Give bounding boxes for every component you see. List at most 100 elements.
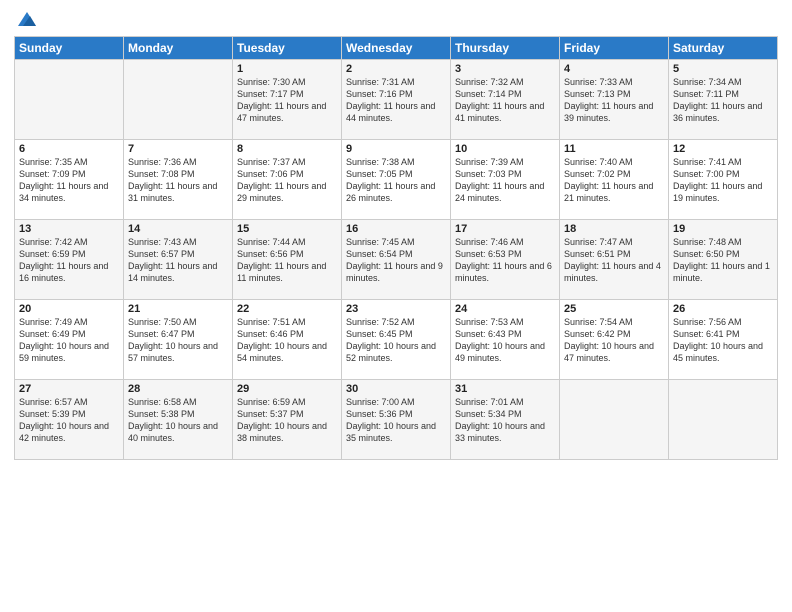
calendar-cell: 10 Sunrise: 7:39 AMSunset: 7:03 PMDaylig…	[451, 140, 560, 220]
day-number: 18	[564, 223, 664, 235]
logo-icon	[16, 8, 38, 30]
day-info: Sunrise: 7:43 AMSunset: 6:57 PMDaylight:…	[128, 237, 217, 283]
calendar-cell: 1 Sunrise: 7:30 AMSunset: 7:17 PMDayligh…	[233, 60, 342, 140]
calendar-cell: 22 Sunrise: 7:51 AMSunset: 6:46 PMDaylig…	[233, 300, 342, 380]
calendar-cell	[560, 380, 669, 460]
day-info: Sunrise: 7:49 AMSunset: 6:49 PMDaylight:…	[19, 317, 109, 363]
calendar-cell: 4 Sunrise: 7:33 AMSunset: 7:13 PMDayligh…	[560, 60, 669, 140]
weekday-header-wednesday: Wednesday	[342, 37, 451, 60]
day-info: Sunrise: 7:30 AMSunset: 7:17 PMDaylight:…	[237, 77, 326, 123]
day-number: 17	[455, 223, 555, 235]
day-number: 5	[673, 63, 773, 75]
day-info: Sunrise: 7:41 AMSunset: 7:00 PMDaylight:…	[673, 157, 762, 203]
day-info: Sunrise: 7:56 AMSunset: 6:41 PMDaylight:…	[673, 317, 763, 363]
day-info: Sunrise: 7:40 AMSunset: 7:02 PMDaylight:…	[564, 157, 653, 203]
calendar-cell: 12 Sunrise: 7:41 AMSunset: 7:00 PMDaylig…	[669, 140, 778, 220]
calendar-cell: 20 Sunrise: 7:49 AMSunset: 6:49 PMDaylig…	[15, 300, 124, 380]
day-info: Sunrise: 7:51 AMSunset: 6:46 PMDaylight:…	[237, 317, 327, 363]
calendar-cell	[124, 60, 233, 140]
calendar-cell: 23 Sunrise: 7:52 AMSunset: 6:45 PMDaylig…	[342, 300, 451, 380]
weekday-header-row: SundayMondayTuesdayWednesdayThursdayFrid…	[15, 37, 778, 60]
day-number: 9	[346, 143, 446, 155]
day-number: 23	[346, 303, 446, 315]
day-number: 21	[128, 303, 228, 315]
calendar-cell: 16 Sunrise: 7:45 AMSunset: 6:54 PMDaylig…	[342, 220, 451, 300]
day-number: 30	[346, 383, 446, 395]
weekday-header-sunday: Sunday	[15, 37, 124, 60]
day-number: 12	[673, 143, 773, 155]
day-info: Sunrise: 7:46 AMSunset: 6:53 PMDaylight:…	[455, 237, 552, 283]
day-info: Sunrise: 7:32 AMSunset: 7:14 PMDaylight:…	[455, 77, 544, 123]
day-number: 10	[455, 143, 555, 155]
day-number: 8	[237, 143, 337, 155]
calendar-cell	[15, 60, 124, 140]
weekday-header-friday: Friday	[560, 37, 669, 60]
calendar-cell: 30 Sunrise: 7:00 AMSunset: 5:36 PMDaylig…	[342, 380, 451, 460]
day-number: 13	[19, 223, 119, 235]
day-info: Sunrise: 7:45 AMSunset: 6:54 PMDaylight:…	[346, 237, 443, 283]
day-info: Sunrise: 7:54 AMSunset: 6:42 PMDaylight:…	[564, 317, 654, 363]
calendar-cell: 2 Sunrise: 7:31 AMSunset: 7:16 PMDayligh…	[342, 60, 451, 140]
day-info: Sunrise: 7:36 AMSunset: 7:08 PMDaylight:…	[128, 157, 217, 203]
day-info: Sunrise: 7:31 AMSunset: 7:16 PMDaylight:…	[346, 77, 435, 123]
day-number: 25	[564, 303, 664, 315]
day-number: 16	[346, 223, 446, 235]
day-number: 3	[455, 63, 555, 75]
day-number: 19	[673, 223, 773, 235]
day-number: 15	[237, 223, 337, 235]
page: SundayMondayTuesdayWednesdayThursdayFrid…	[0, 0, 792, 612]
weekday-header-tuesday: Tuesday	[233, 37, 342, 60]
calendar-cell: 3 Sunrise: 7:32 AMSunset: 7:14 PMDayligh…	[451, 60, 560, 140]
day-number: 24	[455, 303, 555, 315]
day-info: Sunrise: 7:34 AMSunset: 7:11 PMDaylight:…	[673, 77, 762, 123]
week-row-3: 13 Sunrise: 7:42 AMSunset: 6:59 PMDaylig…	[15, 220, 778, 300]
day-info: Sunrise: 7:37 AMSunset: 7:06 PMDaylight:…	[237, 157, 326, 203]
calendar-cell: 13 Sunrise: 7:42 AMSunset: 6:59 PMDaylig…	[15, 220, 124, 300]
calendar-cell: 7 Sunrise: 7:36 AMSunset: 7:08 PMDayligh…	[124, 140, 233, 220]
day-number: 26	[673, 303, 773, 315]
calendar-cell: 15 Sunrise: 7:44 AMSunset: 6:56 PMDaylig…	[233, 220, 342, 300]
calendar-cell: 25 Sunrise: 7:54 AMSunset: 6:42 PMDaylig…	[560, 300, 669, 380]
day-number: 28	[128, 383, 228, 395]
calendar-cell: 19 Sunrise: 7:48 AMSunset: 6:50 PMDaylig…	[669, 220, 778, 300]
day-info: Sunrise: 7:44 AMSunset: 6:56 PMDaylight:…	[237, 237, 326, 283]
day-info: Sunrise: 7:01 AMSunset: 5:34 PMDaylight:…	[455, 397, 545, 443]
calendar-cell: 5 Sunrise: 7:34 AMSunset: 7:11 PMDayligh…	[669, 60, 778, 140]
calendar-cell: 24 Sunrise: 7:53 AMSunset: 6:43 PMDaylig…	[451, 300, 560, 380]
day-number: 1	[237, 63, 337, 75]
calendar-cell: 18 Sunrise: 7:47 AMSunset: 6:51 PMDaylig…	[560, 220, 669, 300]
day-number: 27	[19, 383, 119, 395]
day-number: 11	[564, 143, 664, 155]
logo	[14, 10, 38, 30]
week-row-1: 1 Sunrise: 7:30 AMSunset: 7:17 PMDayligh…	[15, 60, 778, 140]
day-info: Sunrise: 7:52 AMSunset: 6:45 PMDaylight:…	[346, 317, 436, 363]
header	[14, 10, 778, 30]
calendar-cell	[669, 380, 778, 460]
calendar-table: SundayMondayTuesdayWednesdayThursdayFrid…	[14, 36, 778, 460]
day-info: Sunrise: 7:39 AMSunset: 7:03 PMDaylight:…	[455, 157, 544, 203]
week-row-2: 6 Sunrise: 7:35 AMSunset: 7:09 PMDayligh…	[15, 140, 778, 220]
day-info: Sunrise: 7:35 AMSunset: 7:09 PMDaylight:…	[19, 157, 108, 203]
day-number: 6	[19, 143, 119, 155]
day-info: Sunrise: 7:50 AMSunset: 6:47 PMDaylight:…	[128, 317, 218, 363]
day-info: Sunrise: 7:00 AMSunset: 5:36 PMDaylight:…	[346, 397, 436, 443]
day-number: 29	[237, 383, 337, 395]
day-number: 22	[237, 303, 337, 315]
day-number: 20	[19, 303, 119, 315]
day-info: Sunrise: 6:57 AMSunset: 5:39 PMDaylight:…	[19, 397, 109, 443]
day-info: Sunrise: 7:53 AMSunset: 6:43 PMDaylight:…	[455, 317, 545, 363]
day-info: Sunrise: 7:48 AMSunset: 6:50 PMDaylight:…	[673, 237, 770, 283]
day-info: Sunrise: 7:38 AMSunset: 7:05 PMDaylight:…	[346, 157, 435, 203]
calendar-cell: 6 Sunrise: 7:35 AMSunset: 7:09 PMDayligh…	[15, 140, 124, 220]
day-info: Sunrise: 7:42 AMSunset: 6:59 PMDaylight:…	[19, 237, 108, 283]
calendar-cell: 29 Sunrise: 6:59 AMSunset: 5:37 PMDaylig…	[233, 380, 342, 460]
calendar-cell: 27 Sunrise: 6:57 AMSunset: 5:39 PMDaylig…	[15, 380, 124, 460]
calendar-cell: 31 Sunrise: 7:01 AMSunset: 5:34 PMDaylig…	[451, 380, 560, 460]
weekday-header-saturday: Saturday	[669, 37, 778, 60]
calendar-cell: 11 Sunrise: 7:40 AMSunset: 7:02 PMDaylig…	[560, 140, 669, 220]
day-info: Sunrise: 6:59 AMSunset: 5:37 PMDaylight:…	[237, 397, 327, 443]
weekday-header-monday: Monday	[124, 37, 233, 60]
day-number: 4	[564, 63, 664, 75]
day-info: Sunrise: 6:58 AMSunset: 5:38 PMDaylight:…	[128, 397, 218, 443]
day-number: 14	[128, 223, 228, 235]
